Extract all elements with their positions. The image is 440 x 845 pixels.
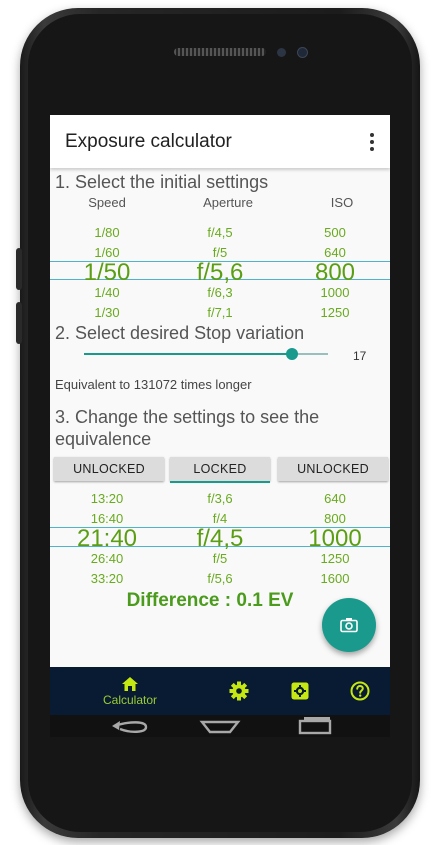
wheel-value: 800 <box>324 511 346 526</box>
header-iso: ISO <box>330 195 354 210</box>
wheel-value: 1/60 <box>94 245 120 260</box>
wheel-value: 1000 <box>320 285 350 300</box>
section1-title: 1. Select the initial settings <box>55 172 269 192</box>
wheel-value: 33:20 <box>90 571 124 586</box>
volume-up-button <box>16 248 22 290</box>
nav-calculator[interactable]: Calculator <box>90 667 170 715</box>
help-icon <box>350 681 370 701</box>
nav-help[interactable] <box>347 667 373 715</box>
volume-down-button <box>16 302 22 344</box>
section3-title: 3. Change the settings to see the equiva… <box>55 407 320 449</box>
header-speed: Speed <box>88 195 126 210</box>
camera-icon <box>340 618 358 633</box>
wheel-value: 1/40 <box>94 285 120 300</box>
stop-slider-thumb[interactable] <box>286 348 298 360</box>
equivalent-text: Equivalent to 131072 times longer <box>55 377 252 392</box>
selected-aperture: f/5,6 <box>196 259 244 286</box>
result-aperture: f/4,5 <box>196 525 244 552</box>
recents-icon <box>298 719 332 735</box>
selected-iso: 800 <box>314 259 356 286</box>
wheel-value: f/5 <box>212 245 228 260</box>
earpiece-speaker <box>174 48 266 56</box>
section2-title: 2. Select desired Stop variation <box>55 323 305 343</box>
settings-box-icon <box>291 682 309 700</box>
nav-settings[interactable] <box>226 667 252 715</box>
app-bar: Exposure calculator <box>50 115 390 168</box>
result-iso: 1000 <box>308 525 362 552</box>
front-camera-icon <box>297 47 308 58</box>
speed-lock-button[interactable]: UNLOCKED <box>54 457 164 481</box>
wheel-value: f/5,6 <box>207 571 233 586</box>
overflow-menu-icon[interactable] <box>368 132 376 151</box>
wheel-value: 1250 <box>320 551 350 566</box>
camera-fab-button[interactable] <box>322 598 376 652</box>
wheel-value: f/4,5 <box>207 225 233 240</box>
stop-slider-fill <box>84 353 292 355</box>
home-button-icon <box>199 720 241 734</box>
home-icon <box>122 676 138 691</box>
wheel-value: f/5 <box>212 551 228 566</box>
wheel-value: f/4 <box>212 511 228 526</box>
wheel-value: f/6,3 <box>207 285 233 300</box>
wheel-value: 26:40 <box>90 551 124 566</box>
wheel-value: 1/80 <box>94 225 120 240</box>
wheel-value: 1/30 <box>94 305 120 320</box>
aperture-lock-button[interactable]: LOCKED <box>170 457 270 483</box>
wheel-value: 640 <box>324 245 346 260</box>
system-nav-icons <box>112 717 332 735</box>
sensor-icon <box>277 48 286 57</box>
app-screen: Exposure calculator 1. Select the initia… <box>50 115 390 715</box>
result-speed: 21:40 <box>76 525 138 552</box>
gear-icon <box>229 681 249 701</box>
system-navigation-bar <box>50 715 390 737</box>
iso-lock-button[interactable]: UNLOCKED <box>278 457 388 481</box>
wheel-value: 500 <box>324 225 346 240</box>
selected-speed: 1/50 <box>83 259 131 286</box>
header-aperture: Aperture <box>203 195 253 210</box>
wheel-value: 13:20 <box>90 491 124 506</box>
wheel-value: f/3,6 <box>207 491 233 506</box>
wheel-value: 16:40 <box>90 511 124 526</box>
wheel-value: 640 <box>324 491 346 506</box>
wheel-value: f/7,1 <box>207 305 233 320</box>
bottom-navigation: Calculator <box>50 667 390 715</box>
stop-value: 17 <box>353 349 367 363</box>
wheel-value: 1250 <box>320 305 350 320</box>
nav-presets[interactable] <box>287 667 313 715</box>
app-title: Exposure calculator <box>65 130 232 152</box>
nav-calculator-label: Calculator <box>102 692 158 707</box>
wheel-value: 1600 <box>320 571 350 586</box>
